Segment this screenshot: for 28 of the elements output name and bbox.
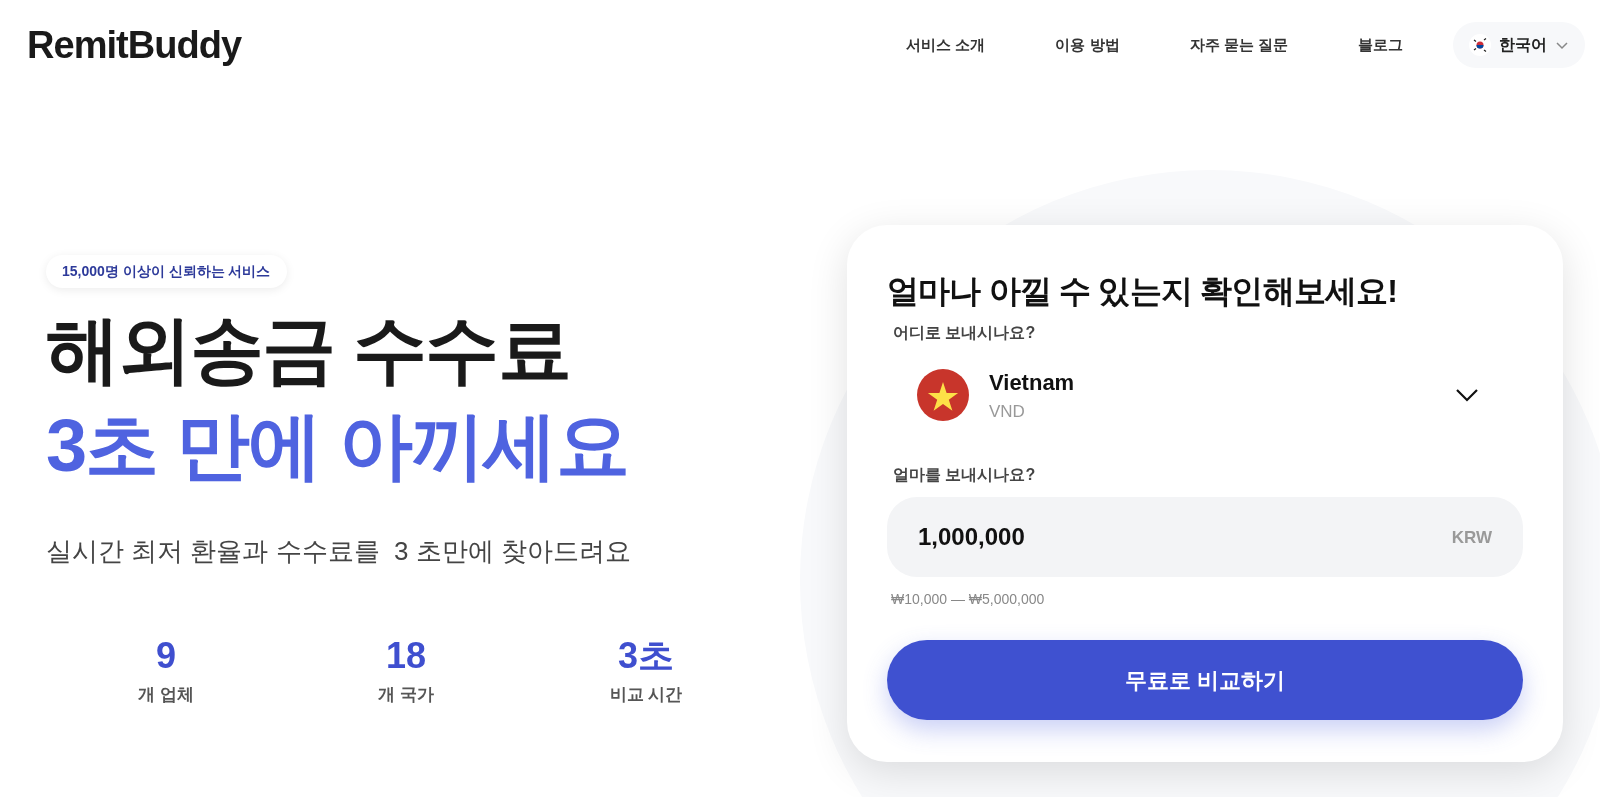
- nav-link[interactable]: 블로그: [1358, 33, 1403, 57]
- logo: RemitBuddy: [27, 22, 242, 68]
- stat-label: 개 국가: [378, 684, 434, 707]
- flag-icon: [1469, 34, 1491, 56]
- subtitle: 실시간 최저 환율과 수수료를 3 초만에 찾아드려요: [46, 535, 633, 569]
- nav-link[interactable]: 서비스 소개: [906, 33, 986, 57]
- field-label: 어디로 보내시나요?: [893, 323, 1037, 343]
- currency-code: VND: [989, 400, 1025, 423]
- headline: 3초 만에 아끼세요: [46, 403, 629, 490]
- country-name: Vietnam: [989, 368, 1075, 397]
- stat-label: 개 업체: [138, 684, 194, 707]
- country-selector[interactable]: Vietnam VND: [887, 355, 1523, 435]
- stat-value: 3초: [618, 634, 674, 679]
- nav-link[interactable]: 자주 묻는 질문: [1189, 33, 1288, 57]
- amount-range: ₩10,000 — ₩5,000,000: [891, 590, 1046, 609]
- language-selector[interactable]: 한국어: [1453, 22, 1585, 68]
- trust-badge: 15,000명 이상이 신뢰하는 서비스: [46, 255, 287, 288]
- stat-value: 9: [156, 634, 176, 679]
- compare-button[interactable]: 무료로 비교하기: [887, 640, 1523, 720]
- star-flag-icon: [917, 369, 969, 421]
- field-label: 얼마를 보내시나요?: [893, 465, 1037, 485]
- stat-value: 18: [385, 634, 426, 679]
- chevron-down-icon: [1455, 388, 1479, 402]
- nav-link[interactable]: 이용 방법: [1055, 33, 1120, 57]
- currency-code: KRW: [1451, 527, 1492, 549]
- stat-label: 비교 시간: [609, 684, 683, 707]
- headline: 해외송금 수수료: [46, 307, 571, 393]
- card-title: 얼마나 아낄 수 있는지 확인해보세요!: [887, 272, 1399, 311]
